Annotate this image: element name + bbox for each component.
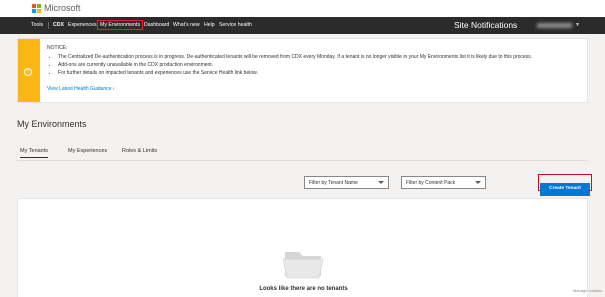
microsoft-logo-icon[interactable]: [32, 4, 41, 13]
top-nav: Tools CDX Experiences My Environments Da…: [0, 17, 605, 34]
notice-bullet: Add-ons are currently unavailable in the…: [58, 61, 532, 69]
notice-list: The Centralized De-authentication proces…: [53, 53, 532, 77]
notice-bullet: The Centralized De-authentication proces…: [58, 53, 532, 61]
create-tenant-highlight: Create Tenant: [538, 174, 592, 196]
notice-accent-bar: !: [18, 39, 40, 102]
health-guidance-link[interactable]: View Latest Health Guidance ›: [47, 86, 114, 92]
chevron-down-icon: [378, 181, 384, 184]
nav-item-experiences[interactable]: Experiences: [68, 22, 97, 28]
chevron-right-icon: ›: [112, 86, 115, 92]
info-icon: !: [24, 68, 32, 76]
brand-name[interactable]: Microsoft: [44, 3, 81, 13]
nav-item-whats-new[interactable]: What's new: [173, 22, 200, 28]
create-tenant-button[interactable]: Create Tenant: [540, 182, 590, 196]
environment-tabs: My Tenants My Experiences Roles & Limits: [17, 148, 588, 160]
nav-divider: [48, 22, 49, 29]
nav-item-service-health[interactable]: Service health: [219, 22, 252, 28]
tabs-divider: [17, 160, 588, 161]
chevron-down-icon: [475, 181, 481, 184]
notice-bullet: For further details on impacted tenants …: [58, 69, 532, 77]
tenants-empty-panel: Looks like there are no tenants: [17, 198, 588, 297]
content-pack-filter-label: Filter by Content Pack: [406, 180, 456, 186]
folder-icon: [282, 252, 324, 279]
site-notifications-link[interactable]: Site Notifications: [454, 20, 517, 30]
tenant-name-filter-label: Filter by Tenant Name: [309, 180, 358, 186]
empty-state-message: Looks like there are no tenants: [259, 286, 348, 292]
page-title: My Environments: [17, 119, 87, 129]
nav-item-cdx[interactable]: CDX: [53, 22, 64, 28]
nav-item-dashboard[interactable]: Dashboard: [144, 22, 169, 28]
tab-roles-limits[interactable]: Roles & Limits: [122, 148, 157, 154]
tab-my-tenants[interactable]: My Tenants: [20, 148, 49, 158]
nav-item-tools[interactable]: Tools: [31, 22, 43, 28]
tab-my-experiences[interactable]: My Experiences: [68, 148, 107, 154]
notice-banner: ! NOTICE: The Centralized De-authenticat…: [17, 38, 588, 103]
health-guidance-link-label: View Latest Health Guidance: [47, 86, 112, 92]
tenant-name-filter[interactable]: Filter by Tenant Name: [304, 176, 389, 189]
brand-bar: Microsoft: [0, 0, 605, 17]
user-account-name[interactable]: [537, 23, 572, 28]
notice-title: NOTICE:: [47, 45, 68, 51]
nav-item-help[interactable]: Help: [204, 22, 215, 28]
manage-cookies-link[interactable]: Manage cookies: [573, 288, 602, 293]
chevron-down-icon[interactable]: ▼: [575, 22, 580, 28]
nav-item-my-environments[interactable]: My Environments: [97, 20, 144, 30]
content-pack-filter[interactable]: Filter by Content Pack: [401, 176, 486, 189]
